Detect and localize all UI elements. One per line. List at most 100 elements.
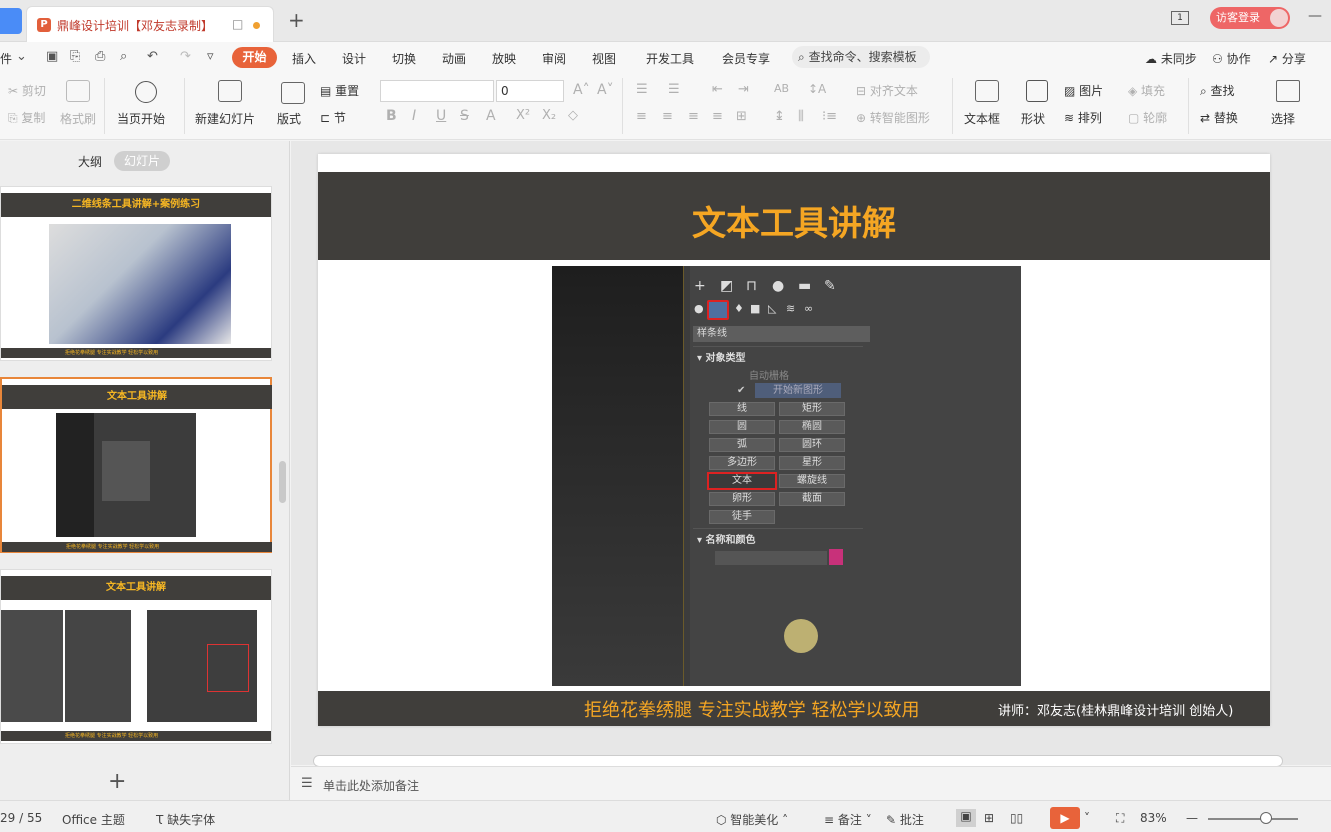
section-button[interactable]: ⊏ 节	[320, 109, 346, 126]
export-icon[interactable]: ⎘	[70, 49, 80, 64]
new-tab-button[interactable]: +	[288, 10, 305, 30]
file-menu[interactable]: 件	[0, 50, 12, 67]
embedded-screenshot[interactable]: + ◩ ⊓ ● ▬ ✎ ● ♦ ■ ◺ ≋ ∞ 样条线 ▾ 对象类型 自动栅格 …	[552, 266, 1021, 686]
italic-icon[interactable]: I	[412, 108, 416, 124]
monitor-icon[interactable]: □	[232, 17, 243, 31]
shape-button[interactable]: 形状	[1021, 110, 1045, 127]
font-color-icon[interactable]: A	[486, 108, 496, 124]
slide-thumbnail[interactable]: 二维线条工具讲解+案例练习 拒绝花拳绣腿 专注实战教学 轻松学以致用	[0, 186, 272, 361]
fit-window-icon[interactable]: ⛶	[1116, 811, 1124, 826]
collab-button[interactable]: ⚇ 协作	[1212, 50, 1251, 67]
justify-icon[interactable]: ≡	[712, 109, 723, 124]
align-center-icon[interactable]: ≡	[662, 109, 673, 124]
replace-button[interactable]: ⇄ 替换	[1200, 109, 1238, 126]
format-painter-button[interactable]: 格式刷	[60, 110, 96, 127]
paragraph-spacing-icon[interactable]: ↨	[774, 109, 785, 124]
copy-button[interactable]: ⎘ 复制	[8, 109, 45, 126]
numbering-icon[interactable]: ☰	[668, 82, 680, 97]
textbox-button[interactable]: 文本框	[964, 110, 1000, 127]
beautify-button[interactable]: ⬡ 智能美化 ˄	[716, 811, 788, 828]
document-tab[interactable]: P 鼎峰设计培训【邓友志录制】 □	[26, 6, 274, 42]
font-name-input[interactable]	[380, 80, 494, 102]
save-icon[interactable]: ▣	[46, 49, 58, 64]
tab-animation[interactable]: 动画	[442, 50, 466, 67]
fill-button[interactable]: ◈ 填充	[1128, 82, 1165, 99]
new-slide-button[interactable]: 新建幻灯片	[195, 110, 255, 127]
normal-view-icon[interactable]: ▣	[956, 809, 976, 827]
clear-format-icon[interactable]: ◇	[568, 108, 578, 123]
align-right-icon[interactable]: ≡	[688, 109, 699, 124]
decrease-font-icon[interactable]: A˅	[597, 82, 614, 98]
tab-insert[interactable]: 插入	[292, 50, 316, 67]
arrange-button[interactable]: ≋ 排列	[1064, 109, 1102, 126]
outline-button[interactable]: ▢ 轮廓	[1128, 109, 1167, 126]
undo-icon[interactable]: ↶	[147, 49, 158, 64]
tab-slideshow[interactable]: 放映	[492, 50, 516, 67]
tab-member[interactable]: 会员专享	[722, 50, 770, 67]
picture-button[interactable]: ▨ 图片	[1064, 82, 1103, 99]
find-button[interactable]: ⌕ 查找	[1200, 82, 1235, 99]
customize-icon[interactable]: ▿	[207, 49, 214, 64]
reading-view-icon[interactable]: ▯▯	[1010, 811, 1023, 825]
zoom-slider[interactable]	[1208, 818, 1298, 820]
superscript-icon[interactable]: X²	[516, 108, 530, 123]
bold-icon[interactable]: B	[386, 108, 397, 124]
redo-icon[interactable]: ↷	[180, 49, 191, 64]
distribute-icon[interactable]: ⊞	[736, 109, 747, 124]
home-tab[interactable]	[0, 8, 22, 34]
tab-developer[interactable]: 开发工具	[646, 50, 694, 67]
tab-transition[interactable]: 切换	[392, 50, 416, 67]
sync-status[interactable]: ☁ 未同步	[1145, 50, 1197, 67]
align-text-button[interactable]: ⊟ 对齐文本	[856, 82, 918, 99]
tab-view[interactable]: 视图	[592, 50, 616, 67]
select-button[interactable]: 选择	[1271, 110, 1295, 127]
command-search[interactable]: ⌕ 查找命令、搜索模板	[792, 46, 930, 68]
login-button[interactable]: 访客登录	[1210, 7, 1290, 29]
slideshow-play-button[interactable]: ▶	[1050, 807, 1080, 829]
slide-thumbnail[interactable]: 文本工具讲解 拒绝花拳绣腿 专注实战教学 轻松学以致用	[0, 569, 272, 744]
smart-convert-button[interactable]: ⊕ 转智能图形	[856, 109, 930, 126]
font-size-input[interactable]: 0	[496, 80, 564, 102]
thumbnail-scrollbar[interactable]	[279, 461, 286, 503]
column-options-icon[interactable]: ⁝≡	[822, 109, 837, 124]
zoom-level[interactable]: 83%	[1140, 811, 1167, 825]
share-button[interactable]: ↗ 分享	[1268, 50, 1306, 67]
tab-slides[interactable]: 幻灯片	[114, 151, 170, 171]
play-current-button[interactable]: 当页开始	[117, 110, 165, 127]
notes-toggle[interactable]: ≡ 备注 ˅	[824, 811, 872, 828]
subscript-icon[interactable]: X₂	[542, 108, 556, 123]
cut-button[interactable]: ✂ 剪切	[8, 82, 46, 99]
sorter-view-icon[interactable]: ⊞	[984, 811, 994, 825]
zoom-slider-handle[interactable]	[1260, 812, 1272, 824]
reset-button[interactable]: ▤ 重置	[320, 82, 359, 99]
columns-icon[interactable]: ⫼	[798, 109, 804, 124]
play-options-icon[interactable]: ˅	[1084, 811, 1090, 825]
bullets-icon[interactable]: ☰	[636, 82, 648, 97]
indent-increase-icon[interactable]: ⇥	[738, 82, 749, 97]
preview-icon[interactable]: ⌕	[120, 49, 127, 64]
slide-thumbnail-selected[interactable]: 文本工具讲解 拒绝花拳绣腿 专注实战教学 轻松学以致用	[0, 377, 272, 553]
dropdown-icon[interactable]: ⌄	[16, 49, 27, 64]
notes-bar[interactable]: ☰ 单击此处添加备注	[291, 766, 1331, 800]
layout-button[interactable]: 版式	[277, 110, 301, 127]
underline-icon[interactable]: U	[436, 108, 446, 124]
line-spacing-icon[interactable]: ↕A	[808, 82, 826, 96]
tab-review[interactable]: 审阅	[542, 50, 566, 67]
print-icon[interactable]: ⎙	[95, 49, 105, 64]
add-slide-button[interactable]: +	[108, 769, 126, 794]
theme-name[interactable]: Office 主题	[62, 811, 125, 828]
zoom-out-icon[interactable]: —	[1186, 811, 1198, 825]
notes-placeholder[interactable]: 单击此处添加备注	[323, 777, 419, 794]
strikethrough-icon[interactable]: S	[460, 108, 469, 124]
comments-toggle[interactable]: ✎ 批注	[886, 811, 924, 828]
increase-font-icon[interactable]: A˄	[573, 82, 590, 98]
align-left-icon[interactable]: ≡	[636, 109, 647, 124]
missing-font-button[interactable]: Ꚍ 缺失字体	[156, 811, 215, 828]
window-count-badge[interactable]: 1	[1171, 11, 1189, 25]
tab-outline[interactable]: 大纲	[78, 153, 102, 170]
indent-decrease-icon[interactable]: ⇤	[712, 82, 723, 97]
tab-design[interactable]: 设计	[342, 50, 366, 67]
slide-title[interactable]: 文本工具讲解	[318, 196, 1270, 245]
tab-start[interactable]: 开始	[232, 47, 277, 68]
text-direction-icon[interactable]: AB	[774, 82, 789, 95]
